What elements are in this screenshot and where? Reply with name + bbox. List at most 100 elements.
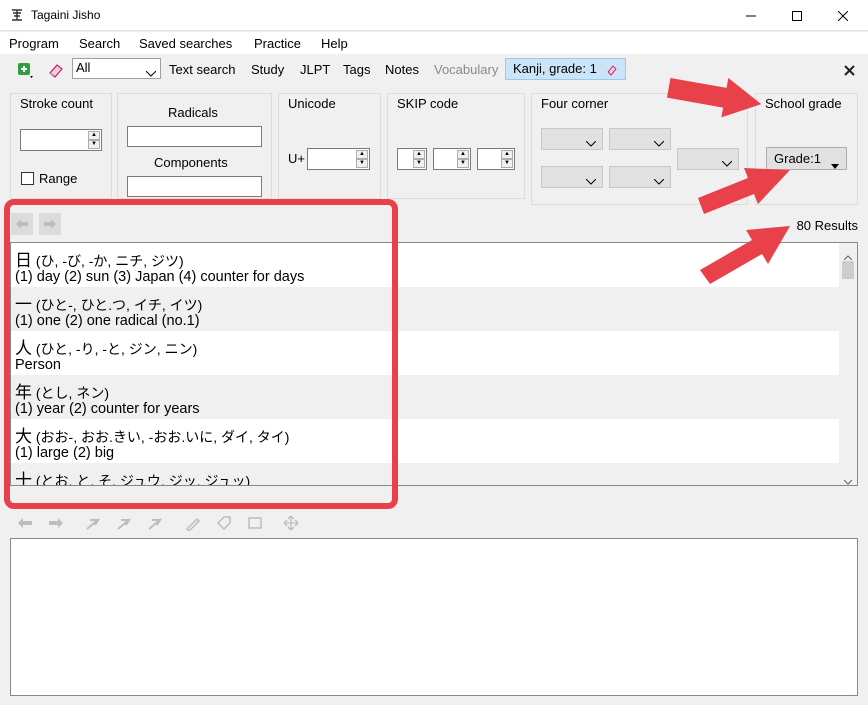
four-corner-select-2[interactable] [609, 128, 671, 150]
close-button[interactable] [820, 0, 866, 31]
unicode-panel: Unicode U+ ▲ ▼ [278, 93, 381, 199]
undo-icon[interactable] [14, 512, 36, 534]
spin-up-icon[interactable]: ▲ [356, 150, 368, 159]
entry-kanji: 人 [15, 339, 32, 359]
entry-kanji: 一 [15, 295, 32, 315]
list-item[interactable]: 人 (ひと, -り, -と, ジン, ニン) Person [11, 331, 839, 375]
entry-meaning: (1) year (2) counter for years [15, 401, 200, 417]
tab-study[interactable]: Study [251, 62, 284, 77]
forward-icon[interactable] [39, 213, 61, 235]
add-filter-icon[interactable] [14, 59, 36, 81]
skip-code-3[interactable]: ▲ ▼ [477, 148, 515, 170]
eraser-icon[interactable] [45, 59, 67, 81]
redo-icon[interactable] [45, 512, 67, 534]
entry-kanji: 大 [15, 427, 32, 447]
entry-readings: (とし, ネン) [35, 385, 109, 401]
spin-down-icon[interactable]: ▼ [88, 140, 100, 149]
entry-readings: (ひ, -び, -か, ニチ, ジツ) [35, 253, 184, 269]
list-item[interactable]: 年 (とし, ネン) (1) year (2) counter for year… [11, 375, 839, 419]
entry-readings: (ひと-, ひと.つ, イチ, イツ) [35, 297, 203, 313]
spin-down-icon[interactable]: ▼ [413, 159, 425, 168]
range-checkbox[interactable] [21, 172, 34, 185]
menu-saved-searches[interactable]: Saved searches [139, 36, 232, 51]
school-grade-button[interactable]: Grade:1 [766, 147, 847, 170]
edit-icon[interactable] [182, 512, 204, 534]
scrollbar-thumb[interactable] [842, 261, 854, 279]
tab-tags[interactable]: Tags [343, 62, 370, 77]
results-count: 80 Results [796, 218, 858, 233]
spin-up-icon[interactable]: ▲ [88, 131, 100, 140]
eraser-icon[interactable] [606, 62, 618, 82]
chevron-down-icon [585, 173, 597, 188]
radicals-panel: Radicals Components [117, 93, 272, 199]
menu-program[interactable]: Program [9, 36, 59, 51]
app-icon [10, 8, 24, 22]
close-filters-icon[interactable] [838, 59, 860, 81]
entry-readings: (おお-, おお.きい, -おお.いに, ダイ, タイ) [35, 429, 290, 445]
skip-code-2[interactable]: ▲ ▼ [433, 148, 471, 170]
four-corner-select-1[interactable] [541, 128, 603, 150]
back-icon[interactable] [11, 213, 33, 235]
list-item[interactable]: 一 (ひと-, ひと.つ, イチ, イツ) (1) one (2) one ra… [11, 287, 839, 331]
components-input[interactable] [127, 176, 262, 197]
entry-readings-line: 十 (とお, と, そ, ジュウ, ジッ, ジュッ) [15, 466, 250, 485]
flag-icon[interactable] [144, 512, 166, 534]
radicals-input[interactable] [127, 126, 262, 147]
results-list[interactable]: 日 (ひ, -び, -か, ニチ, ジツ) (1) day (2) sun (3… [10, 242, 858, 486]
menu-search[interactable]: Search [79, 36, 120, 51]
chevron-down-icon [585, 135, 597, 150]
chevron-down-icon [145, 64, 157, 82]
active-filter-tag[interactable]: Kanji, grade: 1 [505, 58, 626, 80]
list-item[interactable]: 大 (おお-, おお.きい, -おお.いに, ダイ, タイ) (1) large… [11, 419, 839, 463]
active-filter-label: Kanji, grade: 1 [513, 61, 597, 76]
spin-up-icon[interactable]: ▲ [413, 150, 425, 159]
spin-up-icon[interactable]: ▲ [501, 150, 513, 159]
stroke-count-panel: Stroke count ▲ ▼ Range [10, 93, 112, 199]
skip-code-panel: SKIP code ▲ ▼ ▲ ▼ ▲ ▼ [387, 93, 525, 199]
menu-practice[interactable]: Practice [254, 36, 301, 51]
spin-down-icon[interactable]: ▼ [501, 159, 513, 168]
spin-down-icon[interactable]: ▼ [356, 159, 368, 168]
stroke-count-label: Stroke count [20, 96, 93, 111]
four-corner-select-4[interactable] [609, 166, 671, 188]
entry-readings-line: 一 (ひと-, ひと.つ, イチ, イツ) [15, 290, 202, 315]
scroll-down-icon[interactable] [843, 473, 853, 485]
note-icon[interactable] [244, 512, 266, 534]
flag-icon[interactable] [113, 512, 135, 534]
entry-meaning: (1) large (2) big [15, 445, 115, 461]
entry-readings-line: 大 (おお-, おお.きい, -おお.いに, ダイ, タイ) [15, 422, 289, 447]
tab-notes[interactable]: Notes [385, 62, 419, 77]
chevron-down-icon [653, 173, 665, 188]
detail-pane[interactable] [10, 538, 858, 696]
menu-help[interactable]: Help [321, 36, 348, 51]
spin-down-icon[interactable]: ▼ [457, 159, 469, 168]
move-icon[interactable] [280, 512, 302, 534]
components-label: Components [154, 155, 228, 170]
entry-kanji: 年 [15, 383, 32, 403]
filter-select[interactable]: All [72, 58, 161, 79]
entry-readings-line: 人 (ひと, -り, -と, ジン, ニン) [15, 334, 197, 359]
unicode-label: Unicode [288, 96, 336, 111]
caret-down-icon [831, 155, 839, 176]
list-item[interactable]: 十 (とお, と, そ, ジュウ, ジッ, ジュッ) [11, 463, 839, 485]
four-corner-select-3[interactable] [541, 166, 603, 188]
window-title: Tagaini Jisho [31, 8, 101, 22]
tab-text-search[interactable]: Text search [169, 62, 235, 77]
entry-readings-line: 年 (とし, ネン) [15, 378, 109, 403]
tab-vocabulary[interactable]: Vocabulary [434, 62, 498, 77]
flag-icon[interactable] [82, 512, 104, 534]
results-scrollbar[interactable] [839, 243, 857, 485]
list-item[interactable]: 日 (ひ, -び, -か, ニチ, ジツ) (1) day (2) sun (3… [11, 243, 839, 287]
unicode-input[interactable]: ▲ ▼ [307, 148, 370, 170]
tag-icon[interactable] [213, 512, 235, 534]
spin-up-icon[interactable]: ▲ [457, 150, 469, 159]
maximize-button[interactable] [774, 0, 820, 31]
skip-code-1[interactable]: ▲ ▼ [397, 148, 427, 170]
stroke-count-input[interactable]: ▲ ▼ [20, 129, 102, 151]
school-grade-label: School grade [765, 96, 842, 111]
entry-meaning: Person [15, 357, 61, 373]
minimize-button[interactable] [728, 0, 774, 31]
four-corner-select-5[interactable] [677, 148, 739, 170]
tab-jlpt[interactable]: JLPT [300, 62, 330, 77]
skip-code-label: SKIP code [397, 96, 459, 111]
